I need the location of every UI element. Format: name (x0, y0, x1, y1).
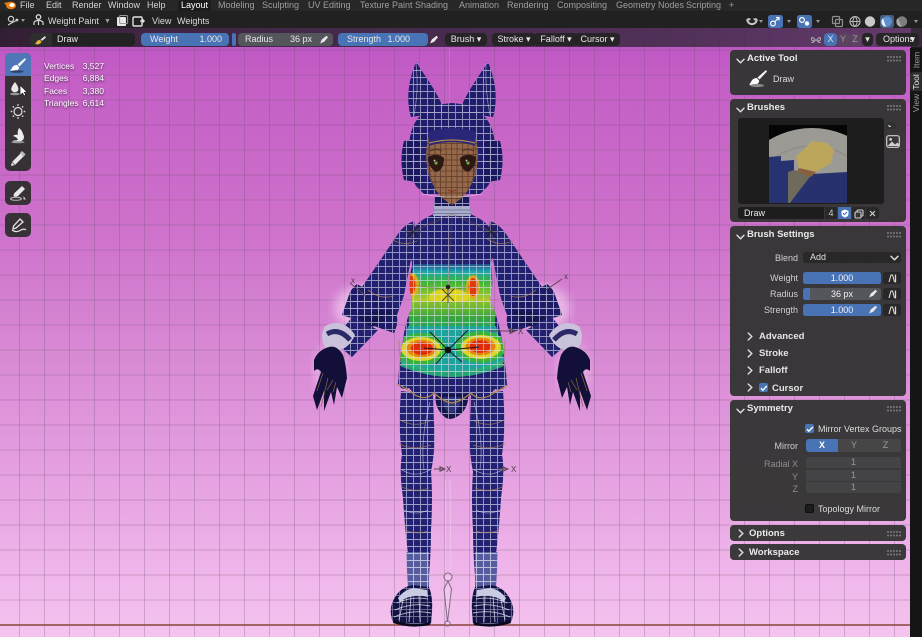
svg-text:x: x (564, 272, 568, 281)
svg-text:x: x (351, 276, 355, 285)
svg-text:X: X (518, 327, 524, 336)
svg-text:X: X (511, 465, 517, 474)
svg-text:X: X (446, 465, 452, 474)
